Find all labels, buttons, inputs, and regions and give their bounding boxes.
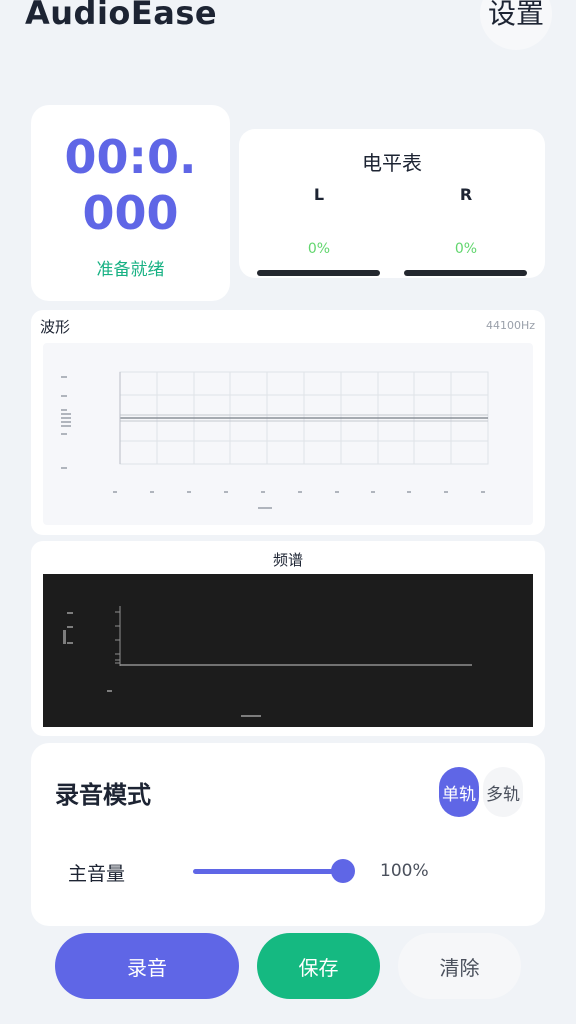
master-volume-label: 主音量 (68, 863, 126, 885)
left-channel-label: L (313, 185, 325, 204)
settings-button[interactable]: 设置 (480, 0, 552, 50)
mode-multi-track-button[interactable]: 多轨 (483, 767, 523, 817)
timer-card: 00:0.000 准备就绪 (31, 105, 230, 301)
spectrum-graph (63, 606, 472, 717)
clear-button[interactable]: 清除 (398, 933, 521, 999)
spectrum-card: 频谱 (31, 541, 545, 736)
left-channel-percent: 0% (307, 241, 331, 257)
waveform-graph (61, 371, 489, 509)
timer-display: 00:0.000 (64, 130, 197, 240)
waveform-plot (43, 343, 533, 525)
left-channel-meter (257, 270, 380, 276)
waveform-title: 波形 (40, 318, 71, 336)
recording-mode-card: 录音模式 单轨 多轨 主音量 100% (31, 743, 545, 926)
save-button[interactable]: 保存 (257, 933, 380, 999)
app-title: AudioEase (25, 0, 218, 32)
mode-single-track-button[interactable]: 单轨 (439, 767, 479, 817)
level-meter-title: 电平表 (362, 151, 422, 175)
status-text: 准备就绪 (96, 260, 165, 280)
right-channel-percent: 0% (454, 241, 478, 257)
master-volume-value: 100% (380, 861, 429, 881)
spectrum-plot (43, 574, 533, 727)
record-button[interactable]: 录音 (55, 933, 239, 999)
right-channel-label: R (459, 185, 473, 204)
master-volume-slider[interactable] (193, 869, 343, 874)
sample-rate-label: 44100Hz (485, 319, 535, 332)
right-channel-meter (404, 270, 527, 276)
recording-mode-title: 录音模式 (55, 781, 151, 809)
waveform-card: 波形 44100Hz (31, 310, 545, 535)
level-meter-card: 电平表 L R 0% 0% (239, 129, 545, 278)
spectrum-title: 频谱 (272, 551, 303, 569)
master-volume-thumb[interactable] (331, 859, 355, 883)
